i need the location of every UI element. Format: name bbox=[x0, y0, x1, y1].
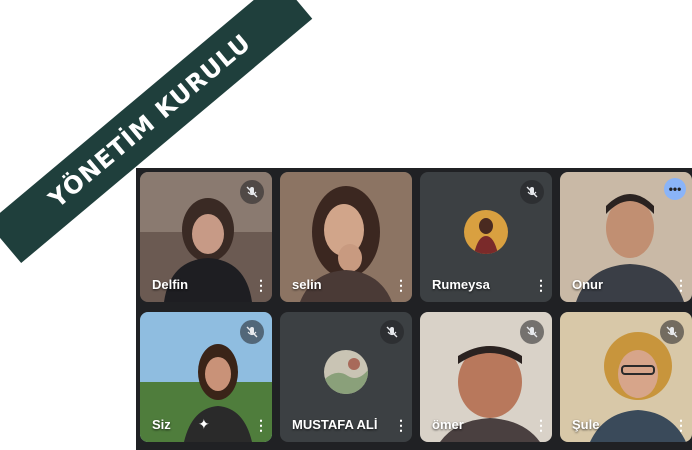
participant-name: ömer bbox=[432, 417, 464, 432]
mic-off-icon bbox=[520, 320, 544, 344]
participant-name: Rumeysa bbox=[432, 277, 490, 292]
participant-name: Siz bbox=[152, 417, 171, 432]
more-vert-icon[interactable]: ⋮ bbox=[254, 416, 268, 434]
mic-off-icon bbox=[520, 180, 544, 204]
participant-tile-onur[interactable]: ••• Onur ⋮ bbox=[560, 172, 692, 302]
more-vert-icon[interactable]: ⋮ bbox=[674, 276, 688, 294]
speaking-dots-icon: ••• bbox=[664, 178, 686, 200]
more-vert-icon[interactable]: ⋮ bbox=[254, 276, 268, 294]
more-vert-icon[interactable]: ⋮ bbox=[674, 416, 688, 434]
mic-off-icon bbox=[380, 320, 404, 344]
mic-off-icon bbox=[240, 180, 264, 204]
participant-tile-omer[interactable]: ömer ⋮ bbox=[420, 312, 552, 442]
participant-name: Onur bbox=[572, 277, 604, 292]
participant-name: selin bbox=[292, 277, 322, 292]
participant-name: MUSTAFA ALİ bbox=[292, 417, 378, 432]
sparkle-icon[interactable]: ✦ bbox=[198, 416, 210, 433]
more-vert-icon[interactable]: ⋮ bbox=[394, 416, 408, 434]
more-vert-icon[interactable]: ⋮ bbox=[394, 276, 408, 294]
participant-name: Delfin bbox=[152, 277, 189, 292]
participant-tile-rumeysa[interactable]: Rumeysa ⋮ bbox=[420, 172, 552, 302]
mic-off-icon bbox=[240, 320, 264, 344]
participant-tile-delfin[interactable]: Delfin ⋮ bbox=[140, 172, 272, 302]
meeting-grid: Delfin ⋮ selin ⋮ Rumeysa ⋮ ••• Onur ⋮ Si… bbox=[136, 168, 692, 450]
participant-tile-selin[interactable]: selin ⋮ bbox=[280, 172, 412, 302]
participant-tile-sule[interactable]: Şule ⋮ bbox=[560, 312, 692, 442]
mic-off-icon bbox=[660, 320, 684, 344]
more-vert-icon[interactable]: ⋮ bbox=[534, 416, 548, 434]
more-vert-icon[interactable]: ⋮ bbox=[534, 276, 548, 294]
participant-name: Şule bbox=[572, 417, 600, 432]
avatar bbox=[324, 350, 368, 394]
avatar bbox=[464, 210, 508, 254]
participant-tile-mustafa-ali[interactable]: MUSTAFA ALİ ⋮ bbox=[280, 312, 412, 442]
participant-tile-siz[interactable]: Siz ✦ ⋮ bbox=[140, 312, 272, 442]
